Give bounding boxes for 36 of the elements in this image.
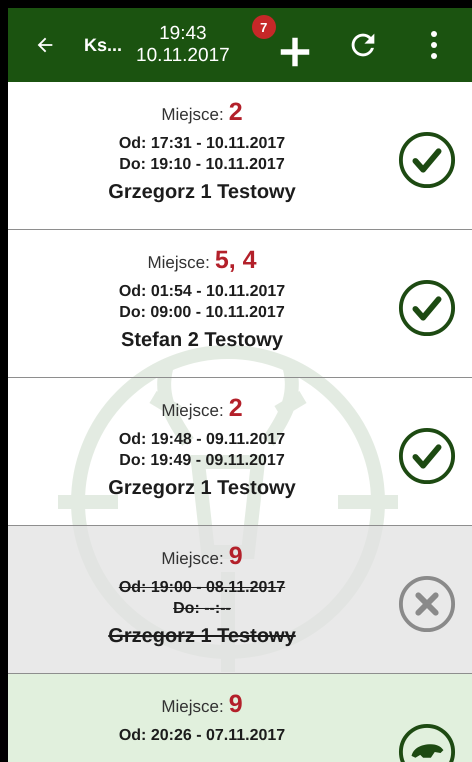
start-time: Od: 19:00 - 08.11.2017 <box>118 578 286 598</box>
place-label: Miejsce: <box>161 105 224 125</box>
end-time: Do: 09:00 - 10.11.2017 <box>119 303 285 323</box>
start-time: Od: 19:48 - 09.11.2017 <box>118 430 286 450</box>
place-label: Miejsce: <box>161 549 224 569</box>
place-number: 2 <box>228 98 243 127</box>
start-time: Od: 20:26 - 07.11.2017 <box>118 726 286 746</box>
reservation-row[interactable]: Miejsce: 2 Od: 17:31 - 10.11.2017 Do: 19:10 - 10.11.2017 Grzegorz 1 Testowy <box>8 82 472 230</box>
hunter-name: Grzegorz 1 Testowy <box>108 477 296 500</box>
start-time: Od: 01:54 - 10.11.2017 <box>118 282 286 302</box>
end-time: Do: --:-- <box>173 599 231 619</box>
start-time: Od: 17:31 - 10.11.2017 <box>118 134 286 154</box>
screen-title: Ks... <box>84 34 122 56</box>
more-menu-icon[interactable] <box>430 30 438 60</box>
current-time: 19:43 <box>159 23 207 45</box>
hunter-name: Stefan 2 Testowy <box>121 329 283 352</box>
current-date: 10.11.2017 <box>136 45 230 67</box>
check-circle-icon[interactable] <box>398 131 456 189</box>
cross-circle-icon[interactable] <box>398 575 456 633</box>
reservation-row[interactable]: Miejsce: 9 Od: 19:00 - 08.11.2017 Do: --:-- Grzegorz 1 Testowy <box>8 526 472 674</box>
place-label: Miejsce: <box>147 253 210 273</box>
end-time: Do: 19:10 - 10.11.2017 <box>119 155 285 175</box>
place-number: 9 <box>228 690 243 719</box>
place-label: Miejsce: <box>161 401 224 421</box>
check-circle-icon[interactable] <box>398 427 456 485</box>
hunter-name: Grzegorz 1 Testowy <box>108 181 296 204</box>
check-circle-icon[interactable] <box>398 279 456 337</box>
end-time: Do: 19:49 - 09.11.2017 <box>119 451 285 471</box>
place-label: Miejsce: <box>161 697 224 717</box>
notification-badge: 7 <box>252 15 276 39</box>
place-number: 5, 4 <box>214 246 257 275</box>
reservation-row[interactable]: Miejsce: 5, 4 Od: 01:54 - 10.11.2017 Do: 09:00 - 10.11.2017 Stefan 2 Testowy <box>8 230 472 378</box>
hunter-name: Grzegorz 1 Testowy <box>108 625 296 648</box>
place-number: 9 <box>228 542 243 571</box>
reservation-row[interactable]: Miejsce: 9 Od: 20:26 - 07.11.2017 <box>8 674 472 762</box>
place-number: 2 <box>228 394 243 423</box>
